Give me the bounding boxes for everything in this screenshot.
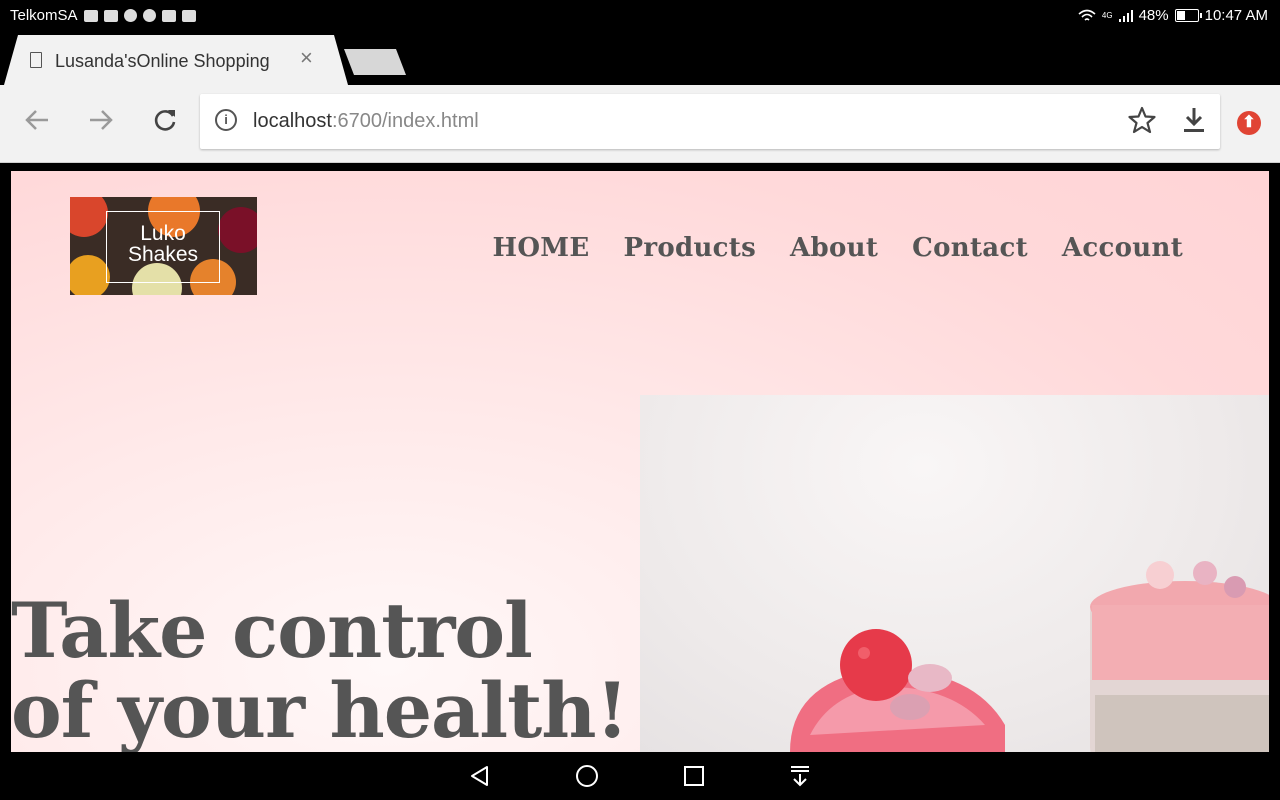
system-back-icon[interactable] <box>468 764 490 788</box>
url-path: :6700/index.html <box>331 110 479 132</box>
system-recents-icon[interactable] <box>683 764 705 788</box>
status-bar-left: TelkomSA <box>10 7 196 24</box>
system-home-icon[interactable] <box>575 764 599 788</box>
logo-line2: Shakes <box>127 243 199 266</box>
carrier-label: TelkomSA <box>10 7 78 24</box>
dried-rose <box>908 664 952 692</box>
logo-line1: Luko <box>140 222 186 245</box>
hero-image <box>640 395 1269 752</box>
raspberry <box>840 629 912 701</box>
page-icon <box>30 52 42 68</box>
tab-close-button[interactable]: × <box>300 47 313 69</box>
chat-notification-icon <box>123 9 137 22</box>
shield-notification-icon <box>142 9 156 22</box>
tab-title: Lusanda'sOnline Shopping <box>55 51 270 71</box>
app-notification-icon <box>83 9 98 22</box>
logo-shake-decoration <box>218 207 257 253</box>
forward-button[interactable] <box>88 107 114 133</box>
extension-update-icon[interactable]: ⬆ <box>1237 111 1261 135</box>
notification-shade-icon[interactable] <box>789 764 811 788</box>
chia-layer <box>1095 695 1269 752</box>
battery-percent: 48% <box>1138 7 1169 24</box>
rose-bud <box>1193 561 1217 585</box>
reload-button[interactable] <box>152 107 178 133</box>
logo-shake-decoration <box>70 197 108 237</box>
clock: 10:47 AM <box>1204 7 1268 24</box>
dried-rose <box>890 694 930 720</box>
new-tab-button[interactable] <box>344 49 406 75</box>
nav-link-account[interactable]: Account <box>1062 233 1183 263</box>
hero-headline-line2: of your health! <box>11 666 629 752</box>
nav-link-home[interactable]: HOME <box>492 233 589 263</box>
logo-shake-decoration <box>70 255 110 295</box>
bookmark-star-icon[interactable] <box>1128 106 1156 134</box>
status-bar: TelkomSA 4G 48% 10:47 AM <box>0 0 1280 32</box>
hero-headline: Take control of your health! <box>11 586 629 752</box>
jar-smoothie <box>1092 605 1269 680</box>
browser-toolbar: i localhost:6700/index.html ⬆ <box>0 85 1280 163</box>
raspberry-highlight <box>858 647 870 659</box>
web-page: Luko Shakes HOME Products About Contact … <box>11 171 1269 752</box>
system-nav-bar <box>0 752 1280 800</box>
nav-link-contact[interactable]: Contact <box>912 233 1028 263</box>
nav-link-about[interactable]: About <box>790 233 878 263</box>
tab-strip: Lusanda'sOnline Shopping × <box>0 32 1280 85</box>
download-icon[interactable] <box>1182 106 1206 134</box>
battery-level <box>1176 11 1186 20</box>
battery-icon <box>1174 9 1202 22</box>
url-host: localhost <box>253 110 332 132</box>
pinwheel-notification-icon <box>161 9 176 22</box>
status-bar-right: 4G 48% 10:47 AM <box>1078 7 1268 24</box>
site-info-icon[interactable]: i <box>215 109 237 131</box>
site-logo[interactable]: Luko Shakes <box>70 197 257 295</box>
logo-text: Luko Shakes <box>106 223 220 265</box>
smoothie-dessert-illustration <box>790 561 1269 752</box>
back-button[interactable] <box>24 107 50 133</box>
signal-icon <box>1118 9 1133 22</box>
rose-bud <box>1224 576 1246 598</box>
network-type-label: 4G <box>1101 11 1113 20</box>
main-nav: HOME Products About Contact Account <box>492 233 1183 263</box>
address-bar[interactable]: i localhost:6700/index.html <box>200 94 1220 149</box>
wifi-icon <box>1078 9 1096 21</box>
browser-tab[interactable]: Lusanda'sOnline Shopping × <box>4 35 348 85</box>
url-text[interactable]: localhost:6700/index.html <box>253 110 479 133</box>
hero-headline-line1: Take control <box>11 586 533 675</box>
add-notification-icon <box>181 9 196 22</box>
rose-bud <box>1146 561 1174 589</box>
nav-link-products[interactable]: Products <box>623 233 756 263</box>
message-notification-icon <box>103 9 118 22</box>
